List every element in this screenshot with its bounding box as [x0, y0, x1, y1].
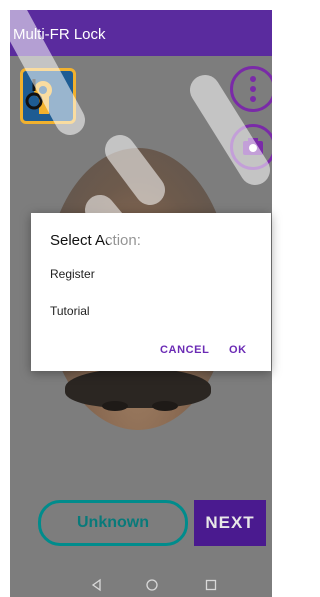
- app-title: Multi-FR Lock: [13, 26, 106, 43]
- home-circle-icon[interactable]: [145, 578, 159, 592]
- next-button[interactable]: NEXT: [194, 500, 266, 546]
- dialog-ok-button[interactable]: OK: [229, 344, 247, 356]
- select-action-dialog: Select Action: Register Tutorial CANCEL …: [31, 213, 271, 371]
- dialog-option-tutorial[interactable]: Tutorial: [50, 304, 90, 318]
- right-eye: [152, 401, 178, 411]
- lock-key-icon[interactable]: [20, 68, 76, 124]
- left-edge: [0, 0, 10, 597]
- android-nav-bar: [10, 572, 272, 597]
- dialog-cancel-button[interactable]: CANCEL: [160, 344, 209, 356]
- right-edge: [272, 0, 282, 597]
- recents-square-icon[interactable]: [204, 578, 218, 592]
- hair-region: [65, 368, 211, 408]
- dialog-title: Select Action:: [50, 232, 141, 249]
- left-eye: [102, 401, 128, 411]
- back-triangle-icon[interactable]: [90, 578, 104, 592]
- status-label-unknown[interactable]: Unknown: [38, 500, 188, 546]
- more-vert-glyph: [250, 76, 256, 102]
- app-bar: Multi-FR Lock: [10, 10, 272, 56]
- lock-key-glyph: [25, 79, 52, 114]
- dialog-option-register[interactable]: Register: [50, 267, 95, 281]
- more-vert-icon[interactable]: [230, 66, 272, 112]
- camera-switch-icon[interactable]: [230, 124, 272, 170]
- camera-switch-glyph: [243, 138, 263, 155]
